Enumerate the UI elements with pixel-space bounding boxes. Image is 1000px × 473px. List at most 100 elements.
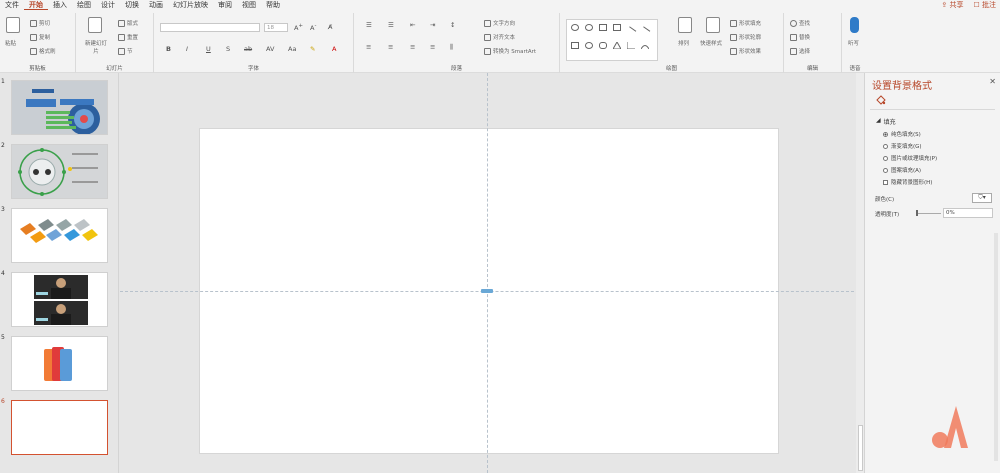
vertical-guide[interactable] (487, 73, 488, 473)
shape-callout-icon[interactable] (585, 24, 593, 31)
align-center-icon[interactable]: ≡ (388, 43, 393, 51)
strikethrough-button[interactable]: ab (244, 45, 252, 53)
tab-home[interactable]: 开始 (24, 0, 48, 10)
char-spacing-button[interactable]: AV (266, 45, 274, 53)
option-solid-fill[interactable]: 纯色填充(S) (883, 130, 921, 138)
new-slide-button[interactable]: 新建幻灯片 (84, 39, 108, 55)
slide-thumbnail-3[interactable] (11, 208, 108, 263)
decrease-indent-icon[interactable]: ⇤ (410, 21, 415, 29)
cut-button[interactable]: 剪切 (30, 19, 50, 27)
text-direction-button[interactable]: 文字方向 (484, 19, 515, 27)
bold-button[interactable]: B (166, 45, 171, 53)
shape-lshape-icon[interactable] (626, 42, 635, 50)
option-gradient-fill[interactable]: 渐变填充(G) (883, 142, 922, 150)
increase-indent-icon[interactable]: ⇥ (430, 21, 435, 29)
tab-review[interactable]: 审阅 (213, 0, 237, 10)
numbering-icon[interactable]: ☰ (388, 21, 394, 29)
slide-thumbnail-5[interactable] (11, 336, 108, 391)
fill-section-header[interactable]: ◢ 填充 (876, 117, 896, 126)
brush-icon (30, 47, 37, 55)
pane-scrollbar[interactable] (994, 233, 998, 461)
underline-button[interactable]: U (206, 45, 211, 53)
font-name-input[interactable] (160, 23, 260, 32)
shape-oval-icon[interactable] (585, 42, 593, 49)
justify-icon[interactable]: ≡ (430, 43, 435, 51)
scrollbar-thumb[interactable] (858, 425, 863, 471)
color-picker-button[interactable]: ⛉▾ (972, 193, 992, 203)
tab-slideshow[interactable]: 幻灯片放映 (168, 0, 213, 10)
shape-textbox2-icon[interactable] (613, 24, 621, 31)
hide-background-checkbox[interactable]: 隐藏背景图形(H) (883, 178, 932, 186)
shape-line-icon[interactable] (625, 26, 637, 37)
tab-help[interactable]: 帮助 (261, 0, 285, 10)
tab-file[interactable]: 文件 (0, 0, 24, 10)
shape-outline-button[interactable]: 形状轮廓 (730, 33, 761, 41)
tab-insert[interactable]: 插入 (48, 0, 72, 10)
copy-button[interactable]: 复制 (30, 33, 50, 41)
shadow-button[interactable]: S (226, 45, 230, 53)
new-slide-icon[interactable] (88, 17, 102, 33)
dictate-button[interactable]: 听写 (848, 39, 859, 47)
quick-styles-button[interactable]: 快速样式 (700, 39, 722, 47)
font-color-icon[interactable]: A (332, 45, 336, 53)
align-left-icon[interactable]: ≡ (366, 43, 371, 51)
share-button[interactable]: ⇪ 共享 (941, 0, 963, 10)
tab-animations[interactable]: 动画 (144, 0, 168, 10)
smartart-button[interactable]: 转换为 SmartArt (484, 47, 536, 55)
comment-button[interactable]: ☐ 批注 (973, 0, 996, 10)
transparency-slider[interactable] (917, 213, 941, 214)
clear-format-icon[interactable]: A̸ (328, 23, 332, 31)
increase-font-icon[interactable]: A+ (294, 23, 303, 32)
shape-fill-button[interactable]: 形状填充 (730, 19, 761, 27)
paste-button[interactable]: 粘贴 (5, 39, 16, 47)
layout-button[interactable]: 版式 (118, 19, 138, 27)
highlight-icon[interactable]: ✎ (310, 45, 315, 53)
vertical-scrollbar[interactable] (856, 73, 864, 473)
align-text-button[interactable]: 对齐文本 (484, 33, 515, 41)
shape-textbox-icon[interactable] (571, 24, 579, 31)
transparency-input[interactable]: 0% (943, 208, 993, 218)
tab-transitions[interactable]: 切换 (120, 0, 144, 10)
slide-thumbnail-1[interactable] (11, 80, 108, 135)
replace-label: 替换 (799, 35, 811, 41)
slider-knob[interactable] (916, 210, 918, 216)
microphone-icon[interactable] (850, 17, 859, 33)
shape-curve-icon[interactable] (640, 42, 650, 50)
italic-button[interactable]: I (186, 45, 188, 53)
shapes-gallery[interactable] (566, 19, 658, 61)
close-icon[interactable]: ✕ (989, 77, 996, 86)
tab-design[interactable]: 设计 (96, 0, 120, 10)
tab-draw[interactable]: 绘图 (72, 0, 96, 10)
format-painter-button[interactable]: 格式刷 (30, 47, 56, 55)
section-button[interactable]: 节 (118, 47, 133, 55)
shape-effects-button[interactable]: 形状效果 (730, 47, 761, 55)
align-right-icon[interactable]: ≡ (410, 43, 415, 51)
replace-button[interactable]: 替换 (790, 33, 810, 41)
arrange-button[interactable]: 排列 (678, 39, 689, 47)
arrange-icon[interactable] (678, 17, 692, 33)
change-case-button[interactable]: Aa (288, 45, 296, 53)
slide-thumbnail-4[interactable] (11, 272, 108, 327)
paste-icon[interactable] (6, 17, 20, 33)
option-pattern-fill[interactable]: 图案填充(A) (883, 166, 921, 174)
font-size-input[interactable]: 18 (264, 23, 288, 32)
quick-styles-icon[interactable] (706, 17, 720, 33)
shape-rounded-icon[interactable] (599, 42, 607, 49)
shape-rect-icon[interactable] (599, 24, 607, 31)
find-button[interactable]: 查找 (790, 19, 810, 27)
shape-square-icon[interactable] (571, 42, 579, 49)
columns-icon[interactable]: ⫼ (450, 43, 453, 52)
decrease-font-icon[interactable]: A- (310, 23, 316, 32)
shape-triangle-icon[interactable] (612, 40, 622, 50)
option-picture-fill[interactable]: 图片或纹理填充(P) (883, 154, 937, 162)
tab-view[interactable]: 视图 (237, 0, 261, 10)
line-spacing-icon[interactable]: ↕ (450, 21, 455, 29)
shape-arrow-icon[interactable] (639, 26, 651, 37)
slide-thumbnail-2[interactable] (11, 144, 108, 199)
fill-bucket-icon[interactable] (875, 95, 886, 106)
reset-button[interactable]: 重置 (118, 33, 138, 41)
section-icon (118, 47, 125, 55)
slide-thumbnail-6[interactable] (11, 400, 108, 455)
select-button[interactable]: 选择 (790, 47, 810, 55)
bullets-icon[interactable]: ☰ (366, 21, 372, 29)
